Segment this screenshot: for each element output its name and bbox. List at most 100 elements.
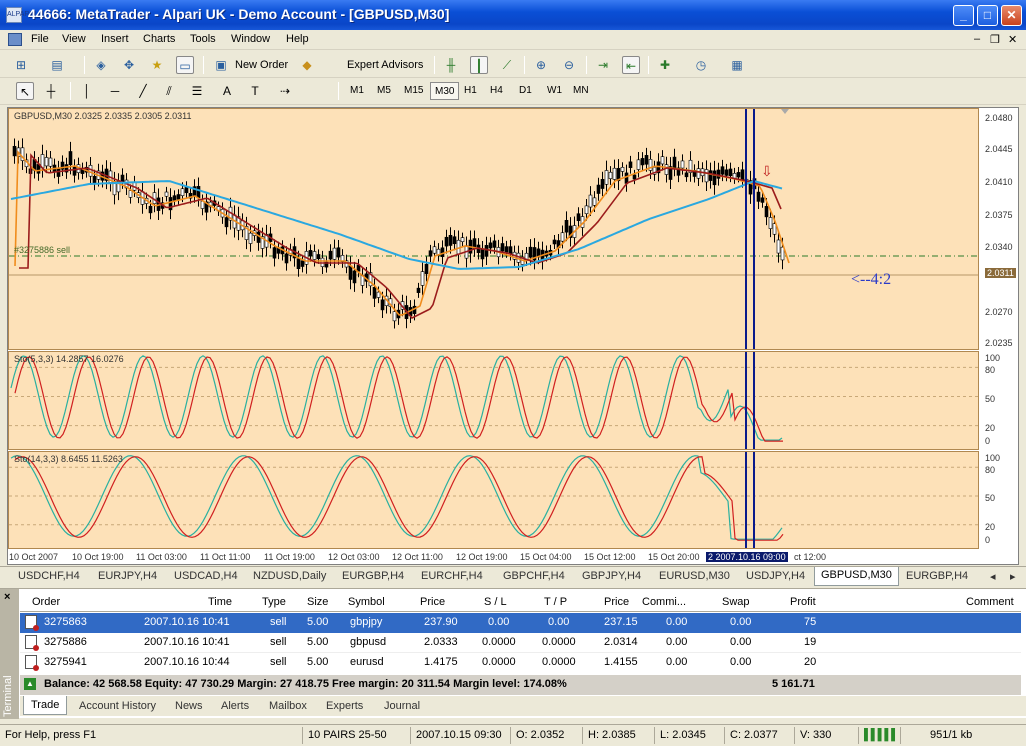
vertical-line-icon[interactable]: │ xyxy=(78,82,96,100)
tab-experts[interactable]: Experts xyxy=(326,700,363,712)
new-order-button[interactable]: New Order xyxy=(235,59,288,71)
expert-advisors-button[interactable]: Expert Advisors xyxy=(347,59,423,71)
timeframe-m15[interactable]: M15 xyxy=(400,82,427,100)
profiles-icon[interactable]: ▤ xyxy=(48,56,66,74)
chart-tab[interactable]: GBPCHF,H4 xyxy=(503,570,565,582)
line-chart-icon[interactable]: ⟋ xyxy=(498,56,516,74)
timeframe-d1[interactable]: D1 xyxy=(515,82,536,100)
menu-help[interactable]: Help xyxy=(286,33,309,45)
col-swap[interactable]: Swap xyxy=(722,596,750,608)
menu-file[interactable]: File xyxy=(31,33,49,45)
indicators-icon[interactable]: ✚ xyxy=(656,56,674,74)
menu-view[interactable]: View xyxy=(62,33,86,45)
menu-tools[interactable]: Tools xyxy=(190,33,216,45)
menu-insert[interactable]: Insert xyxy=(101,33,129,45)
mdi-minimize-icon[interactable]: – xyxy=(974,33,980,45)
candle-body xyxy=(696,168,701,179)
close-button[interactable]: ✕ xyxy=(1001,5,1022,26)
zoom-out-icon[interactable]: ⊖ xyxy=(560,56,578,74)
new-chart-icon[interactable]: ⊞ xyxy=(12,56,30,74)
timeframe-h4[interactable]: H4 xyxy=(486,82,507,100)
timeframe-m5[interactable]: M5 xyxy=(373,82,395,100)
data-window-icon[interactable]: ✥ xyxy=(120,56,138,74)
trendline-icon[interactable]: ╱ xyxy=(134,82,152,100)
new-order-icon[interactable]: ▣ xyxy=(212,56,230,74)
chart-tab[interactable]: USDCHF,H4 xyxy=(18,570,80,582)
col-type[interactable]: Type xyxy=(262,596,286,608)
tab-mailbox[interactable]: Mailbox xyxy=(269,700,307,712)
order-row[interactable]: 3275863 2007.10.16 10:41 sell 5.00 gbpjp… xyxy=(20,613,1021,633)
menu-charts[interactable]: Charts xyxy=(143,33,175,45)
maximize-button[interactable]: □ xyxy=(977,5,998,26)
app-icon[interactable]: ALPARI xyxy=(6,7,31,23)
chart-tab[interactable]: GBPJPY,H4 xyxy=(582,570,641,582)
cursor-icon[interactable]: ↖ xyxy=(16,82,34,100)
market-watch-icon[interactable]: ◈ xyxy=(92,56,110,74)
chart-tab[interactable]: EURJPY,H4 xyxy=(98,570,157,582)
order-sl: 0.00 xyxy=(488,616,510,628)
navigator-icon[interactable]: ★ xyxy=(148,56,166,74)
price-pane[interactable]: GBPUSD,M30 2.0325 2.0335 2.0305 2.0311 #… xyxy=(8,108,979,350)
chart-tab[interactable]: EURGBP,H4 xyxy=(342,570,404,582)
bar-chart-icon[interactable]: ╫ xyxy=(442,56,460,74)
zoom-in-icon[interactable]: ⊕ xyxy=(532,56,550,74)
order-row[interactable]: 3275941 2007.10.16 10:44 sell 5.00 eurus… xyxy=(20,653,1021,673)
stochastic-5-pane[interactable]: Sto(5,3,3) 14.2857 16.0276 xyxy=(8,351,979,450)
mdi-restore-icon[interactable]: ❐ xyxy=(990,33,1000,46)
timeframe-mn[interactable]: MN xyxy=(569,82,593,100)
chart-tab[interactable]: EURCHF,H4 xyxy=(421,570,483,582)
chart-tab[interactable]: EURGBP,H4 xyxy=(906,570,968,582)
tab-scroll-right-icon[interactable]: ▸ xyxy=(1010,570,1016,583)
templates-icon[interactable]: ▦ xyxy=(728,56,746,74)
autoscroll-icon[interactable]: ⇥ xyxy=(594,56,612,74)
tab-account-history[interactable]: Account History xyxy=(79,700,156,712)
col-price[interactable]: Price xyxy=(420,596,445,608)
menu-window[interactable]: Window xyxy=(231,33,270,45)
text-icon[interactable]: A xyxy=(218,82,236,100)
horizontal-line-icon[interactable]: ─ xyxy=(106,82,124,100)
equidistant-channel-icon[interactable]: ⫽ xyxy=(160,82,178,100)
timeframe-w1[interactable]: W1 xyxy=(543,82,566,100)
chart-tab[interactable]: EURUSD,M30 xyxy=(659,570,730,582)
col-sl[interactable]: S / L xyxy=(484,596,507,608)
expert-advisors-icon[interactable]: ◆ xyxy=(298,56,316,74)
mdi-close-icon[interactable]: ✕ xyxy=(1008,33,1017,46)
col-profit[interactable]: Profit xyxy=(790,596,816,608)
col-order[interactable]: Order xyxy=(32,596,60,608)
candle-body xyxy=(756,191,761,202)
tab-news[interactable]: News xyxy=(175,700,203,712)
chart-window[interactable]: GBPUSD,M30 2.0325 2.0335 2.0305 2.0311 #… xyxy=(7,107,1019,565)
tab-scroll-left-icon[interactable]: ◂ xyxy=(990,570,996,583)
tab-journal[interactable]: Journal xyxy=(384,700,420,712)
timeframe-m1[interactable]: M1 xyxy=(346,82,368,100)
crosshair-icon[interactable]: ┼ xyxy=(42,82,60,100)
col-time[interactable]: Time xyxy=(208,596,232,608)
status-profile[interactable]: 10 PAIRS 25-50 xyxy=(308,729,387,741)
terminal-toggle-icon[interactable]: ▭ xyxy=(176,56,194,74)
fibonacci-icon[interactable]: ☰ xyxy=(188,82,206,100)
periods-icon[interactable]: ◷ xyxy=(692,56,710,74)
terminal-close-icon[interactable]: × xyxy=(4,591,10,603)
stochastic-14-pane[interactable]: Sto(14,3,3) 8.6455 11.5263 xyxy=(8,451,979,549)
arrows-icon[interactable]: ⇢ xyxy=(276,82,294,100)
chart-tab[interactable]: USDJPY,H4 xyxy=(746,570,805,582)
text-label-icon[interactable]: T xyxy=(246,82,264,100)
col-symbol[interactable]: Symbol xyxy=(348,596,385,608)
col-current-price[interactable]: Price xyxy=(604,596,629,608)
chart-window-icon[interactable] xyxy=(8,33,22,46)
minimize-button[interactable]: _ xyxy=(953,5,974,26)
chart-shift-icon[interactable]: ⇤ xyxy=(622,56,640,74)
timeframe-m30[interactable]: M30 xyxy=(430,82,460,100)
order-row[interactable]: 3275886 2007.10.16 10:41 sell 5.00 gbpus… xyxy=(20,633,1021,653)
col-commission[interactable]: Commi... xyxy=(642,596,686,608)
col-comment[interactable]: Comment xyxy=(966,596,1014,608)
candlestick-icon[interactable]: ┃ xyxy=(470,56,488,74)
tab-trade[interactable]: Trade xyxy=(23,696,68,715)
chart-tab[interactable]: USDCAD,H4 xyxy=(174,570,238,582)
timeframe-h1[interactable]: H1 xyxy=(460,82,481,100)
col-size[interactable]: Size xyxy=(307,596,328,608)
chart-tab-active[interactable]: GBPUSD,M30 xyxy=(814,567,899,586)
chart-tab[interactable]: NZDUSD,Daily xyxy=(253,570,326,582)
col-tp[interactable]: T / P xyxy=(544,596,567,608)
tab-alerts[interactable]: Alerts xyxy=(221,700,249,712)
